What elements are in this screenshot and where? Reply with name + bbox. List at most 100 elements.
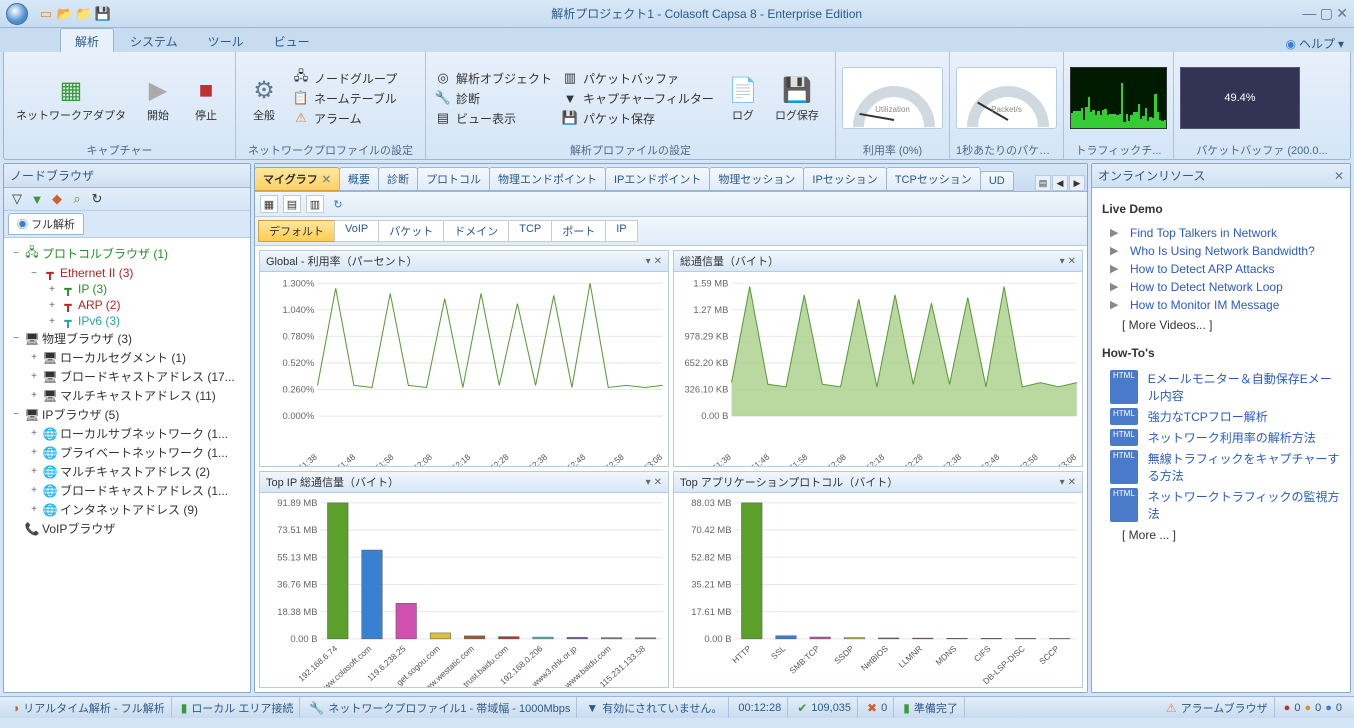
save-packet-button[interactable]: 💾パケット保存 <box>559 109 717 128</box>
chart-close-icon[interactable]: ✕ <box>654 477 662 488</box>
full-analysis-tab[interactable]: ◉ フル解析 <box>8 213 84 235</box>
node-tree[interactable]: −🖧プロトコルブラウザ (1)−┳Ethernet II (3)+┳IP (3)… <box>4 238 250 692</box>
add-icon[interactable]: ◆ <box>49 191 65 207</box>
chart-menu-icon[interactable]: ▾ <box>1060 256 1065 267</box>
view-tab[interactable]: 概要 <box>339 167 379 191</box>
filter2-icon[interactable]: ▼ <box>29 191 45 207</box>
tree-item[interactable]: +┳ARP (2) <box>6 297 248 313</box>
node-group-button[interactable]: 🖧ノードグループ <box>290 69 400 88</box>
filter-tab[interactable]: パケット <box>378 220 444 242</box>
tree-item[interactable]: +🖥マルチキャストアドレス (11) <box>6 386 248 405</box>
howto-link[interactable]: HTML無線トラフィックをキャプチャーする方法 <box>1102 448 1340 486</box>
chart-close-icon[interactable]: ✕ <box>654 256 662 267</box>
video-link[interactable]: ▶Who Is Using Network Bandwidth? <box>1102 242 1340 260</box>
tab-system[interactable]: システム <box>116 29 192 52</box>
video-link[interactable]: ▶Find Top Talkers in Network <box>1102 224 1340 242</box>
view-tab[interactable]: プロトコル <box>417 167 490 191</box>
filter-tab[interactable]: デフォルト <box>258 220 335 242</box>
qat-new-icon[interactable]: ▭ <box>38 6 54 22</box>
capture-filter-button[interactable]: ▼キャプチャーフィルター <box>559 89 717 108</box>
tree-item[interactable]: +🌐ローカルサブネットワーク (1... <box>6 424 248 443</box>
tree-item[interactable]: −🖥IPブラウザ (5) <box>6 405 248 424</box>
video-link[interactable]: ▶How to Detect Network Loop <box>1102 278 1340 296</box>
view-tab[interactable]: 診断 <box>378 167 418 191</box>
filter-icon[interactable]: ▽ <box>9 191 25 207</box>
howto-link[interactable]: HTMLネットワークトラフィックの監視方法 <box>1102 486 1340 524</box>
tree-item[interactable]: +🌐マルチキャストアドレス (2) <box>6 462 248 481</box>
more-videos-link[interactable]: [ More Videos... ] <box>1102 314 1340 340</box>
tab-analysis[interactable]: 解析 <box>60 28 114 52</box>
view-tab[interactable]: UD <box>980 171 1014 191</box>
close-icon[interactable]: ✕ <box>1334 169 1344 183</box>
minimize-button[interactable]: — <box>1302 5 1316 21</box>
more-link[interactable]: [ More ... ] <box>1102 524 1340 550</box>
delete-chart-icon[interactable]: ▥ <box>306 195 324 213</box>
view-tab[interactable]: IPエンドポイント <box>605 167 710 191</box>
filter-tab[interactable]: VoIP <box>334 220 379 242</box>
refresh-icon[interactable]: ↻ <box>329 195 347 213</box>
tab-tool[interactable]: ツール <box>194 29 258 52</box>
svg-text:55.13 MB: 55.13 MB <box>277 551 317 562</box>
nodes-icon: 🖧 <box>293 70 309 86</box>
chart-close-icon[interactable]: ✕ <box>1068 477 1076 488</box>
chart-menu-icon[interactable]: ▾ <box>646 256 651 267</box>
qat-open-icon[interactable]: 📂 <box>57 6 73 22</box>
svg-text:15:52:08: 15:52:08 <box>817 452 849 466</box>
tree-item[interactable]: −🖧プロトコルブラウザ (1) <box>6 242 248 265</box>
maximize-button[interactable]: ▢ <box>1320 5 1333 21</box>
tree-item[interactable]: +┳IP (3) <box>6 281 248 297</box>
tree-item[interactable]: 📞VoIPブラウザ <box>6 519 248 538</box>
video-link[interactable]: ▶How to Monitor IM Message <box>1102 296 1340 314</box>
view-display-button[interactable]: ▤ビュー表示 <box>432 109 555 128</box>
diagnose-button[interactable]: 🔧診断 <box>432 89 555 108</box>
log-save-button[interactable]: 💾ログ保存 <box>769 73 825 124</box>
tab-left-icon[interactable]: ◀ <box>1052 175 1068 191</box>
adapter-button[interactable]: ▦ネットワークアダプタ <box>10 73 132 124</box>
filter-tab[interactable]: IP <box>605 220 637 242</box>
tree-item[interactable]: +🌐インタネットアドレス (9) <box>6 500 248 519</box>
tree-item[interactable]: −🖥物理ブラウザ (3) <box>6 329 248 348</box>
filter-tab[interactable]: ドメイン <box>443 220 509 242</box>
tree-item[interactable]: +🌐プライベートネットワーク (1... <box>6 443 248 462</box>
video-link[interactable]: ▶How to Detect ARP Attacks <box>1102 260 1340 278</box>
log-button[interactable]: 📄ログ <box>721 73 765 124</box>
filter-tab[interactable]: TCP <box>508 220 552 242</box>
tab-view[interactable]: ビュー <box>260 29 324 52</box>
filter-tab[interactable]: ポート <box>551 220 606 242</box>
howto-link[interactable]: HTMLEメールモニター＆自動保存Eメール内容 <box>1102 368 1340 406</box>
general-button[interactable]: ⚙全般 <box>242 73 286 124</box>
tab-menu-icon[interactable]: ▤ <box>1035 175 1051 191</box>
help-icon: ◉ <box>1285 37 1295 51</box>
start-button[interactable]: ▶開始 <box>136 73 180 124</box>
grid-icon[interactable]: ▤ <box>283 195 301 213</box>
close-button[interactable]: ✕ <box>1336 5 1348 21</box>
tree-item[interactable]: +🖥ブロードキャストアドレス (17... <box>6 367 248 386</box>
view-tab[interactable]: TCPセッション <box>886 167 981 191</box>
view-tab[interactable]: マイグラフ✕ <box>255 167 340 191</box>
alarm-button[interactable]: ⚠アラーム <box>290 109 400 128</box>
view-tab[interactable]: 物理エンドポイント <box>489 167 606 191</box>
tab-right-icon[interactable]: ▶ <box>1069 175 1085 191</box>
packet-buffer-button[interactable]: ▥パケットバッファ <box>559 69 717 88</box>
tree-item[interactable]: +🌐ブロードキャストアドレス (1... <box>6 481 248 500</box>
html-tag-icon: HTML <box>1110 370 1138 404</box>
view-tab[interactable]: 物理セッション <box>709 167 804 191</box>
qat-save-icon[interactable]: 💾 <box>95 6 111 22</box>
howto-link[interactable]: HTMLネットワーク利用率の解析方法 <box>1102 427 1340 448</box>
chart-close-icon[interactable]: ✕ <box>1068 256 1076 267</box>
help-link[interactable]: ◉ヘルプ▾ <box>1285 35 1344 52</box>
view-tab[interactable]: IPセッション <box>803 167 886 191</box>
tree-item[interactable]: +┳IPv6 (3) <box>6 313 248 329</box>
analysis-object-button[interactable]: ◎解析オブジェクト <box>432 69 555 88</box>
chart-menu-icon[interactable]: ▾ <box>646 477 651 488</box>
refresh-icon[interactable]: ↻ <box>89 191 105 207</box>
chart-menu-icon[interactable]: ▾ <box>1060 477 1065 488</box>
qat-folder-icon[interactable]: 📁 <box>76 6 92 22</box>
tree-item[interactable]: −┳Ethernet II (3) <box>6 265 248 281</box>
name-table-button[interactable]: 📋ネームテーブル <box>290 89 400 108</box>
add-chart-icon[interactable]: ▦ <box>260 195 278 213</box>
howto-link[interactable]: HTML強力なTCPフロー解析 <box>1102 406 1340 427</box>
find-icon[interactable]: ⌕ <box>69 191 85 207</box>
tree-item[interactable]: +🖥ローカルセグメント (1) <box>6 348 248 367</box>
stop-button[interactable]: ■停止 <box>184 73 228 124</box>
